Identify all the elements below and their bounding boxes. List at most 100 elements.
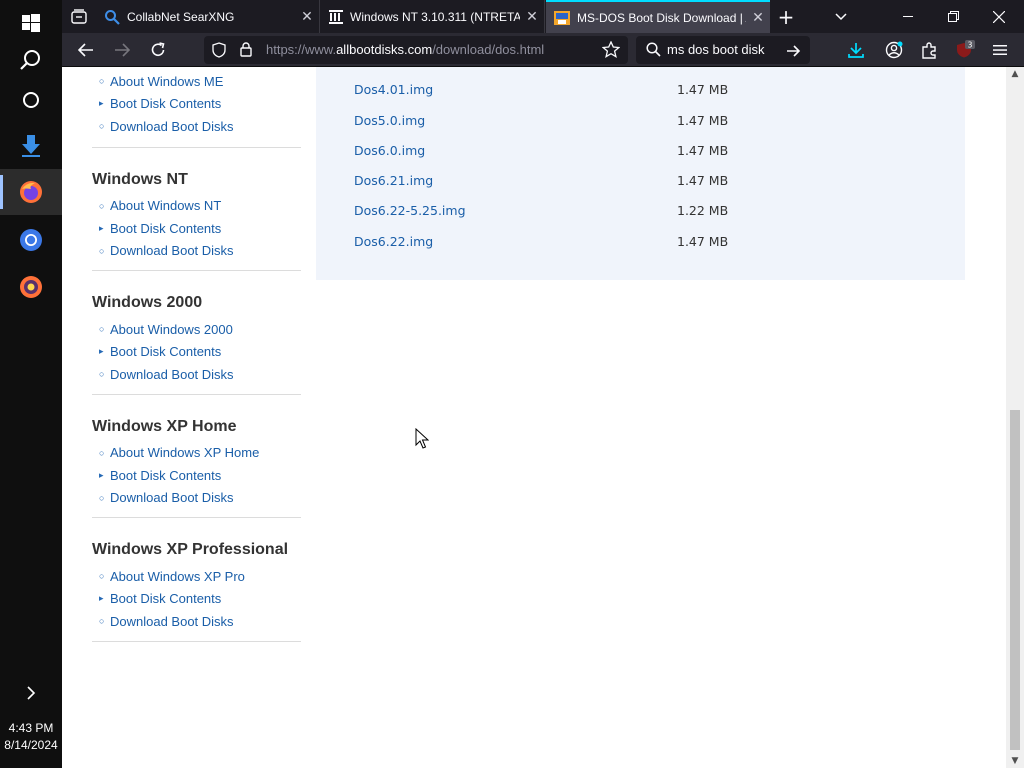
- new-tab-icon[interactable]: +: [773, 0, 799, 33]
- file-row: Dos6.22-5.25.img 1.22 MB: [316, 198, 965, 222]
- account-icon[interactable]: [880, 33, 908, 67]
- tab-ms-dos-boot-disk[interactable]: MS-DOS Boot Disk Download | A ✕: [546, 0, 770, 33]
- extensions-icon[interactable]: [915, 33, 943, 67]
- triangle-bullet-icon: ▸: [99, 593, 104, 604]
- close-tab-icon[interactable]: ✕: [746, 9, 770, 26]
- download-app-icon[interactable]: [0, 123, 62, 169]
- close-window-icon[interactable]: [979, 0, 1019, 33]
- forward-button[interactable]: [108, 33, 136, 67]
- file-download-link[interactable]: Dos5.0.img: [354, 113, 425, 128]
- archive-favicon-icon: [329, 9, 343, 24]
- file-row: Dos6.22.img 1.47 MB: [316, 229, 965, 253]
- cortana-icon[interactable]: [0, 77, 62, 123]
- minimize-window-icon[interactable]: [888, 0, 928, 33]
- triangle-bullet-icon: ▸: [99, 346, 104, 357]
- search-bar[interactable]: ms dos boot disk: [636, 36, 810, 64]
- restore-window-icon[interactable]: [933, 0, 973, 33]
- file-size: 1.47 MB: [677, 233, 729, 249]
- url-prefix: https://www.: [266, 42, 337, 57]
- sidebar-link[interactable]: ○ Download Boot Disks: [92, 240, 301, 263]
- sidebar-link[interactable]: ○ About Windows NT: [92, 195, 301, 218]
- close-tab-icon[interactable]: ✕: [295, 8, 319, 25]
- sidebar-link-label: Boot Disk Contents: [110, 467, 222, 483]
- hamburger-menu-icon[interactable]: [986, 33, 1014, 67]
- sidebar-section-windows-2000: Windows 2000 ○ About Windows 2000 ▸ Boot D…: [92, 271, 301, 395]
- taskbar-clock[interactable]: 4:43 PM 8/14/2024: [0, 720, 62, 754]
- sidebar-link[interactable]: ○ About Windows XP Pro: [92, 565, 301, 588]
- sidebar-link[interactable]: ○ About Windows 2000: [92, 318, 301, 341]
- sidebar-link[interactable]: ○ About Windows XP Home: [92, 442, 301, 465]
- close-tab-icon[interactable]: ✕: [520, 8, 544, 25]
- searxng-favicon-icon: [105, 9, 120, 25]
- sidebar-link[interactable]: ▸ Boot Disk Contents: [92, 464, 301, 487]
- windows-taskbar: 4:43 PM 8/14/2024: [0, 0, 62, 768]
- circle-bullet-icon: ○: [99, 324, 105, 335]
- file-download-link[interactable]: Dos4.01.img: [354, 82, 433, 97]
- sidebar-link-label: Boot Disk Contents: [110, 344, 222, 360]
- sidebar-heading: Windows XP Professional: [92, 541, 289, 558]
- firefox-icon[interactable]: [0, 169, 62, 215]
- tab-title: Windows NT 3.10.311 (NTRETAIL): [350, 9, 520, 24]
- chrome-icon[interactable]: [0, 217, 62, 263]
- ublock-origin-icon[interactable]: 3: [951, 33, 979, 67]
- sidebar-link[interactable]: ○ Download Boot Disks: [92, 363, 301, 386]
- triangle-bullet-icon: ▸: [99, 222, 104, 233]
- list-all-tabs-icon[interactable]: [828, 0, 854, 33]
- circle-bullet-icon: ○: [99, 447, 105, 458]
- sidebar-link[interactable]: ○ Download Boot Disks: [92, 487, 301, 510]
- scroll-down-arrow-icon[interactable]: ▼: [1006, 754, 1024, 768]
- reload-button[interactable]: [144, 33, 172, 67]
- page-scrollbar[interactable]: ▲ ▼: [1006, 67, 1024, 768]
- sidebar-link-label: Boot Disk Contents: [110, 96, 222, 112]
- file-download-link[interactable]: Dos6.22-5.25.img: [354, 203, 466, 218]
- file-size: 1.47 MB: [677, 112, 729, 128]
- file-size: 1.22 MB: [677, 202, 729, 218]
- file-row: Dos5.0.img 1.47 MB: [316, 108, 965, 132]
- browser-tab-strip: CollabNet SearXNG ✕ Windows NT 3.10.311 …: [62, 0, 1024, 33]
- tor-browser-icon[interactable]: [0, 264, 62, 310]
- tracking-protection-icon[interactable]: [212, 42, 226, 62]
- triangle-bullet-icon: ▸: [99, 469, 104, 480]
- sidebar-section-windows-me: ○ About Windows ME ▸ Boot Disk Contents ○ D…: [92, 67, 301, 148]
- file-size: 1.47 MB: [677, 142, 729, 158]
- sidebar-link[interactable]: ▸ Boot Disk Contents: [92, 341, 301, 364]
- page-viewport: ○ About Windows ME ▸ Boot Disk Contents ○ D…: [62, 67, 1006, 768]
- scrollbar-thumb[interactable]: [1010, 410, 1020, 750]
- sidebar-link[interactable]: ▸ Boot Disk Contents: [92, 93, 301, 116]
- firefox-view-icon[interactable]: [62, 0, 95, 33]
- search-go-arrow-icon[interactable]: [786, 43, 801, 62]
- sidebar-link-label: About Windows XP Home: [110, 445, 260, 461]
- file-row: Dos6.21.img 1.47 MB: [316, 168, 965, 192]
- sidebar-section-windows-nt: Windows NT ○ About Windows NT ▸ Boot Disk …: [92, 148, 301, 271]
- file-download-link[interactable]: Dos6.0.img: [354, 143, 425, 158]
- sidebar-link[interactable]: ○ Download Boot Disks: [92, 610, 301, 633]
- search-input[interactable]: ms dos boot disk: [667, 36, 765, 64]
- back-button[interactable]: [72, 33, 100, 67]
- file-row: Dos4.01.img 1.47 MB: [316, 77, 965, 101]
- file-size: 1.47 MB: [677, 81, 729, 97]
- sidebar-heading: Windows NT: [92, 170, 188, 188]
- url-bar[interactable]: https://www.allbootdisks.com/download/do…: [204, 36, 628, 64]
- sidebar-link-label: About Windows XP Pro: [110, 568, 245, 584]
- downloads-button[interactable]: [842, 33, 870, 67]
- sidebar-link-label: Download Boot Disks: [110, 490, 234, 506]
- scroll-up-arrow-icon[interactable]: ▲: [1006, 67, 1024, 81]
- sidebar-link[interactable]: ○ About Windows ME: [92, 70, 301, 93]
- circle-bullet-icon: ○: [99, 369, 105, 380]
- file-download-link[interactable]: Dos6.21.img: [354, 173, 433, 188]
- lock-icon[interactable]: [240, 42, 252, 61]
- circle-bullet-icon: ○: [99, 121, 105, 132]
- tab-windows-nt[interactable]: Windows NT 3.10.311 (NTRETAIL) ✕: [321, 0, 545, 33]
- tab-searxng[interactable]: CollabNet SearXNG ✕: [96, 0, 320, 33]
- navigation-toolbar: https://www.allbootdisks.com/download/do…: [62, 33, 1024, 67]
- file-download-link[interactable]: Dos6.22.img: [354, 234, 433, 249]
- file-row: Dos6.0.img 1.47 MB: [316, 138, 965, 162]
- sidebar-link[interactable]: ▸ Boot Disk Contents: [92, 588, 301, 611]
- clock-time: 4:43 PM: [8, 721, 54, 735]
- bookmark-star-icon[interactable]: [601, 40, 621, 62]
- sidebar-link-label: Download Boot Disks: [110, 118, 234, 134]
- allbootdisks-favicon-icon: [554, 10, 570, 25]
- chevron-right-icon[interactable]: [0, 670, 62, 716]
- sidebar-link[interactable]: ○ Download Boot Disks: [92, 115, 301, 138]
- sidebar-link[interactable]: ▸ Boot Disk Contents: [92, 217, 301, 240]
